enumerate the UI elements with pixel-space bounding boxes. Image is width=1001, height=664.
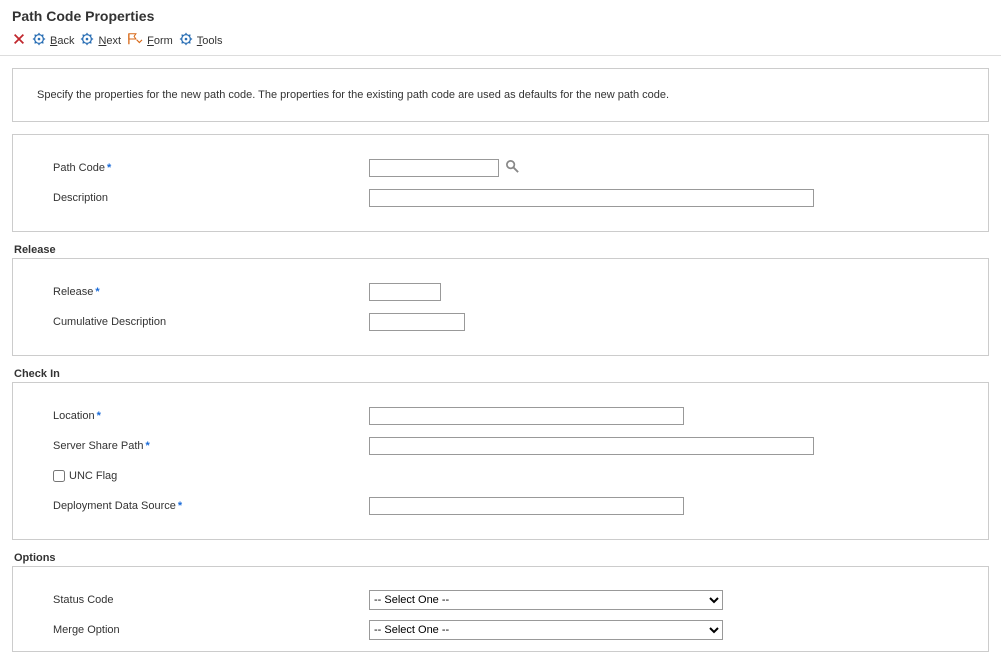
deploy-ds-label: Deployment Data Source* [41,500,369,512]
intro-text: Specify the properties for the new path … [37,89,669,101]
share-path-input[interactable] [369,437,814,455]
status-code-label: Status Code [41,594,369,606]
status-code-select[interactable]: -- Select One -- [369,590,723,610]
tools-label: Tools [197,35,223,47]
search-icon[interactable] [505,159,520,177]
back-button[interactable]: Back [32,32,74,49]
flag-icon [127,32,143,49]
toolbar: Back Next Form Tools [0,28,1001,56]
unc-flag-label: UNC Flag [69,470,117,482]
gear-icon [179,32,193,49]
form-label: Form [147,35,173,47]
cum-desc-input[interactable] [369,313,465,331]
merge-option-label: Merge Option [41,624,369,636]
tools-button[interactable]: Tools [179,32,223,49]
unc-flag-checkbox[interactable] [53,470,65,482]
back-label: Back [50,35,74,47]
next-label: Next [98,35,121,47]
path-code-input[interactable] [369,159,499,177]
gear-icon [32,32,46,49]
options-section: Status Code -- Select One -- Merge Optio… [12,566,989,652]
cum-desc-label: Cumulative Description [41,316,369,328]
gear-icon [80,32,94,49]
deploy-ds-input[interactable] [369,497,684,515]
release-input[interactable] [369,283,441,301]
page-title: Path Code Properties [0,0,1001,28]
location-label: Location* [41,410,369,422]
checkin-section: Location* Server Share Path* UNC Flag De… [12,382,989,540]
top-section: Path Code* Description [12,134,989,232]
options-section-title: Options [14,552,1001,564]
description-input[interactable] [369,189,814,207]
release-label: Release* [41,286,369,298]
intro-panel: Specify the properties for the new path … [12,68,989,122]
close-button[interactable] [12,32,26,49]
description-label: Description [41,192,369,204]
close-icon [12,32,26,49]
checkin-section-title: Check In [14,368,1001,380]
location-input[interactable] [369,407,684,425]
merge-option-select[interactable]: -- Select One -- [369,620,723,640]
form-button[interactable]: Form [127,32,173,49]
share-path-label: Server Share Path* [41,440,369,452]
release-section-title: Release [14,244,1001,256]
next-button[interactable]: Next [80,32,121,49]
release-section: Release* Cumulative Description [12,258,989,356]
path-code-label: Path Code* [41,162,369,174]
